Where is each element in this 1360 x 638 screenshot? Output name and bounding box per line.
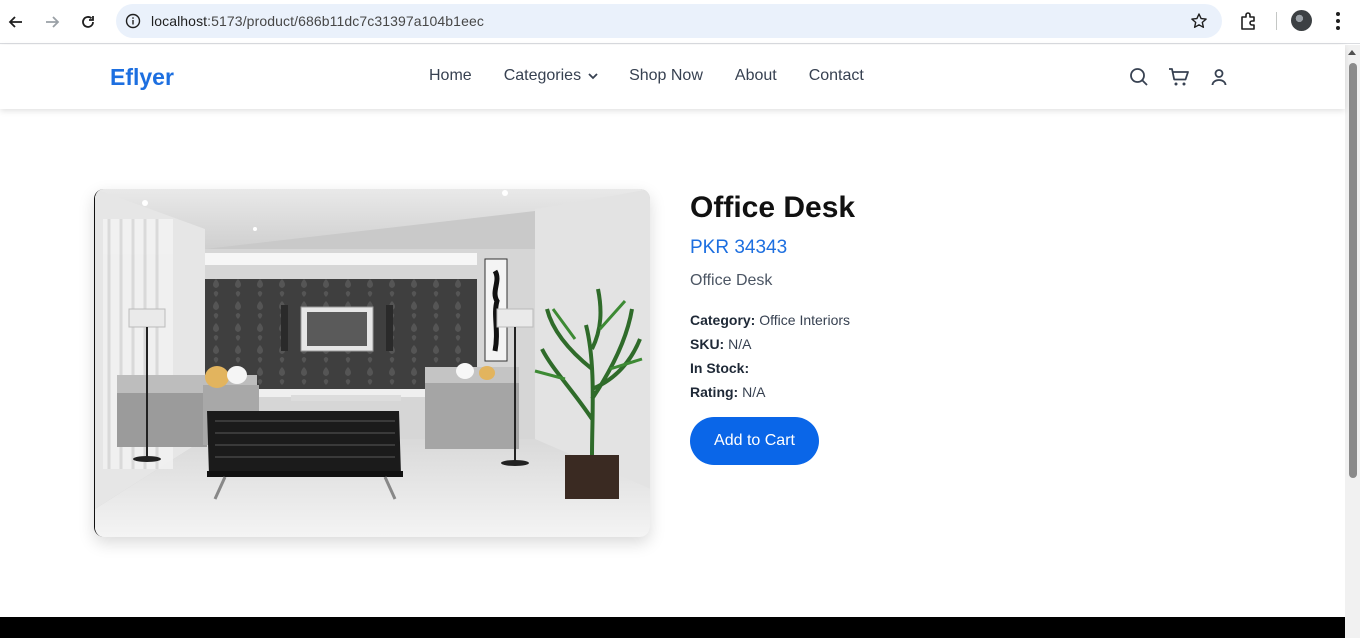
product-price: PKR 34343	[690, 237, 788, 258]
nav-home[interactable]: Home	[429, 67, 472, 85]
url-path: :5173/product/686b11dc7c31397a104b1eec	[207, 13, 484, 29]
bookmark-star-icon[interactable]	[1190, 12, 1208, 30]
nav-categories[interactable]: Categories	[504, 67, 599, 85]
spec-category-label: Category:	[690, 312, 756, 328]
toolbar-divider	[1276, 12, 1277, 30]
reload-icon[interactable]	[76, 10, 100, 34]
spec-category-value: Office Interiors	[759, 312, 851, 328]
cart-icon[interactable]	[1168, 66, 1190, 88]
spec-rating-value: N/A	[742, 384, 766, 400]
page-scrollbar[interactable]	[1345, 45, 1360, 638]
header-actions	[1128, 66, 1230, 88]
product-title: Office Desk	[690, 191, 856, 224]
nav-shop-now[interactable]: Shop Now	[629, 67, 703, 85]
spec-rating: Rating: N/A	[690, 380, 1290, 404]
product-specs: Category: Office Interiors SKU: N/A In S…	[690, 308, 1290, 404]
footer	[0, 617, 1345, 638]
user-icon[interactable]	[1208, 66, 1230, 88]
main-nav: Home Categories Shop Now About Contact	[429, 67, 896, 85]
spec-sku: SKU: N/A	[690, 332, 1290, 356]
site-header: Eflyer Home Categories Shop Now About Co…	[0, 45, 1345, 109]
extensions-icon[interactable]	[1238, 10, 1260, 32]
nav-contact[interactable]: Contact	[809, 67, 864, 85]
address-bar[interactable]: localhost:5173/product/686b11dc7c31397a1…	[116, 4, 1222, 38]
spec-stock-label: In Stock:	[690, 360, 750, 376]
spec-sku-label: SKU:	[690, 336, 725, 352]
scroll-up-arrow-icon[interactable]	[1348, 50, 1356, 55]
nav-categories-label: Categories	[503, 67, 582, 84]
spec-category: Category: Office Interiors	[690, 308, 1290, 332]
search-icon[interactable]	[1128, 66, 1150, 88]
profile-avatar[interactable]	[1291, 10, 1312, 31]
browser-toolbar: localhost:5173/product/686b11dc7c31397a1…	[0, 0, 1360, 44]
spec-sku-value: N/A	[728, 336, 752, 352]
site-info-icon[interactable]	[124, 12, 142, 30]
product-image	[94, 189, 650, 537]
url-text: localhost:5173/product/686b11dc7c31397a1…	[151, 13, 484, 29]
scrollbar-thumb[interactable]	[1349, 63, 1357, 478]
url-host: localhost	[151, 13, 208, 29]
chevron-down-icon	[587, 70, 599, 82]
nav-about[interactable]: About	[735, 67, 777, 85]
spec-stock: In Stock:	[690, 356, 1290, 380]
browser-menu-icon[interactable]	[1328, 10, 1348, 32]
back-arrow-icon[interactable]	[4, 10, 28, 34]
spec-rating-label: Rating:	[690, 384, 739, 400]
site-logo[interactable]: Eflyer	[110, 64, 174, 91]
product-description: Office Desk	[690, 272, 773, 289]
add-to-cart-button[interactable]: Add to Cart	[690, 417, 819, 465]
product-details: Office Desk PKR 34343 Office Desk Catego…	[690, 190, 1290, 404]
forward-arrow-icon[interactable]	[40, 10, 64, 34]
